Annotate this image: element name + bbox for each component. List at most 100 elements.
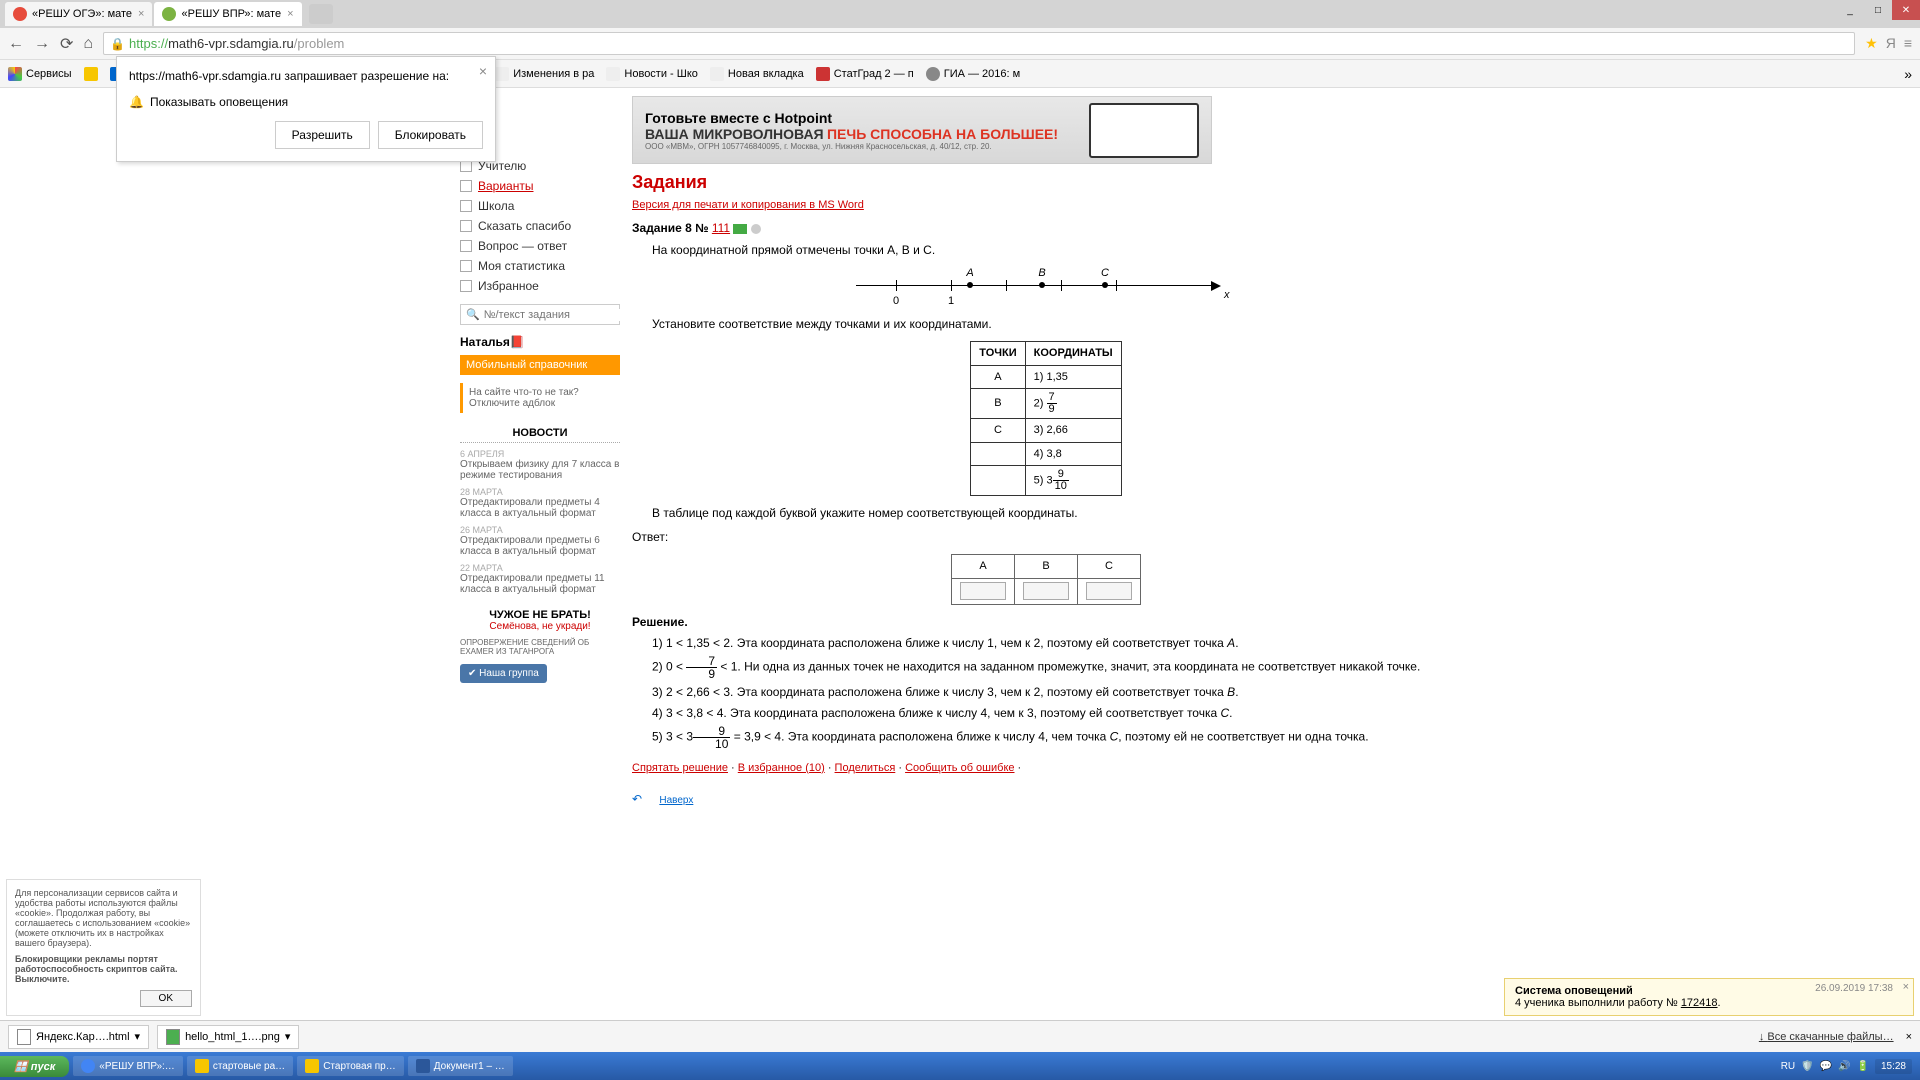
sidebar-link-thanks[interactable]: Сказать спасибо [460, 216, 620, 236]
sidebar-link-fav[interactable]: Избранное [460, 276, 620, 296]
block-button[interactable]: Блокировать [378, 121, 483, 149]
tray-icon[interactable]: 🔋 [1857, 1061, 1869, 1072]
task-number-link[interactable]: 111 [712, 221, 730, 235]
task-paragraph: В таблице под каждой буквой укажите номе… [632, 504, 1460, 522]
tray-icon[interactable]: 💬 [1820, 1061, 1832, 1072]
sidebar-link-school[interactable]: Школа [460, 196, 620, 216]
mobile-reference-button[interactable]: Мобильный справочник [460, 355, 620, 375]
letter-icon[interactable]: Я [1886, 35, 1896, 52]
tray-lang[interactable]: RU [1781, 1061, 1795, 1072]
user-name[interactable]: Наталья 📕 [460, 335, 620, 349]
minimize-button[interactable]: _ [1836, 0, 1864, 20]
news-text: Отредактировали предметы 4 класса в акту… [460, 497, 620, 519]
search-input[interactable] [484, 309, 626, 321]
book-icon: 📕 [510, 335, 525, 349]
download-item[interactable]: hello_html_1….png ▾ [157, 1025, 299, 1049]
tab-close-icon[interactable]: × [287, 8, 293, 20]
print-link[interactable]: Версия для печати и копирования в MS Wor… [632, 199, 1460, 211]
report-error-link[interactable]: Сообщить об ошибке [905, 762, 1014, 774]
sidebar-link-variants[interactable]: Варианты [460, 176, 620, 196]
task-header: Задание 8 № 111 [632, 221, 1460, 235]
taskbar-item[interactable]: «РЕШУ ВПР»:… [73, 1056, 183, 1076]
sidebar-search[interactable]: 🔍 [460, 304, 620, 325]
status-circle-icon[interactable] [751, 224, 761, 234]
tab-favicon [13, 7, 27, 21]
favorites-link[interactable]: В избранное (10) [738, 762, 825, 774]
bookmarks-overflow[interactable]: » [1904, 66, 1912, 82]
reload-button[interactable]: ⟳ [60, 34, 73, 54]
news-item[interactable]: 22 МАРТАОтредактировали предметы 11 клас… [460, 563, 620, 595]
ad-banner[interactable]: Готовьте вместе с Hotpoint ВАША МИКРОВОЛ… [632, 96, 1212, 164]
bookmark-services[interactable]: Сервисы [8, 67, 72, 81]
browser-tab-active[interactable]: «РЕШУ ВПР»: мате × [154, 2, 301, 26]
bookmark-label: ГИА — 2016: м [944, 68, 1020, 80]
news-item[interactable]: 6 АПРЕЛЯОткрываем физику для 7 класса в … [460, 449, 620, 481]
allow-button[interactable]: Разрешить [275, 121, 370, 149]
sidebar-link-stats[interactable]: Моя статистика [460, 256, 620, 276]
tray-clock[interactable]: 15:28 [1875, 1059, 1912, 1074]
checkbox-icon [460, 280, 472, 292]
bookmark-item[interactable]: СтатГрад 2 — п [816, 67, 914, 81]
bookmark-item[interactable]: Изменения в ра [495, 67, 594, 81]
news-date: 22 МАРТА [460, 563, 620, 573]
checkbox-icon [460, 200, 472, 212]
bookmark-item[interactable]: Новая вкладка [710, 67, 804, 81]
taskbar-item[interactable]: стартовые ра… [187, 1056, 293, 1076]
page-icon [495, 67, 509, 81]
vk-group-button[interactable]: ✔ Наша группа [460, 664, 547, 683]
table-cell: B [971, 389, 1025, 419]
user-label: Наталья [460, 335, 510, 349]
task-paragraph: На координатной прямой отмечены точки A,… [632, 241, 1460, 259]
nav-right: ★ Я ≡ [1865, 35, 1912, 52]
news-item[interactable]: 26 МАРТАОтредактировали предметы 6 класс… [460, 525, 620, 557]
close-button[interactable]: ✕ [1892, 0, 1920, 20]
menu-icon[interactable]: ≡ [1904, 35, 1912, 52]
back-button[interactable]: ← [8, 35, 24, 53]
show-all-downloads-link[interactable]: ↓ Все скачанные файлы… [1759, 1031, 1894, 1043]
sidebar: Учителю Варианты Школа Сказать спасибо В… [460, 96, 620, 814]
bookmark-star-icon[interactable]: ★ [1865, 35, 1878, 52]
toast-close-icon[interactable]: × [1903, 981, 1909, 993]
adblock-notice: На сайте что-то не так? Отключите адблок [460, 383, 620, 413]
apps-icon [8, 67, 22, 81]
dialog-close-icon[interactable]: × [479, 63, 487, 79]
share-link[interactable]: Поделиться [835, 762, 896, 774]
answer-input-c[interactable] [1086, 582, 1132, 600]
download-bar-close-icon[interactable]: × [1906, 1031, 1912, 1043]
cookie-ok-button[interactable]: OK [140, 990, 192, 1007]
up-arrow-icon[interactable]: ↶ [632, 790, 656, 814]
scroll-top-link[interactable]: Наверх [659, 795, 693, 806]
folder-icon[interactable] [733, 224, 747, 234]
forward-button[interactable]: → [34, 35, 50, 53]
ad-subtitle-accent: ПЕЧЬ СПОСОБНА НА БОЛЬШЕЕ! [827, 126, 1058, 142]
bookmark-item[interactable] [84, 67, 98, 81]
home-button[interactable]: ⌂ [83, 35, 93, 53]
hide-solution-link[interactable]: Спрятать решение [632, 762, 728, 774]
table-cell: B [1015, 555, 1078, 579]
tab-favicon [162, 7, 176, 21]
tray-icon[interactable]: 🛡️ [1801, 1061, 1813, 1072]
file-icon [166, 1029, 180, 1045]
tray-icon[interactable]: 🔊 [1838, 1061, 1850, 1072]
start-button[interactable]: 🪟 пуск [0, 1056, 69, 1077]
other-subtitle[interactable]: Семёнова, не укради! [460, 621, 620, 632]
download-item[interactable]: Яндекс.Кар….html ▾ [8, 1025, 149, 1049]
toast-work-link[interactable]: 172418 [1681, 997, 1718, 1009]
answer-input-b[interactable] [1023, 582, 1069, 600]
maximize-button[interactable]: □ [1864, 0, 1892, 20]
sidebar-link-qa[interactable]: Вопрос — ответ [460, 236, 620, 256]
browser-tab[interactable]: «РЕШУ ОГЭ»: мате × [5, 2, 152, 26]
answer-input-a[interactable] [960, 582, 1006, 600]
new-tab-button[interactable] [309, 4, 333, 24]
taskbar-item[interactable]: Документ1 – … [408, 1056, 513, 1076]
url-bar[interactable]: 🔒 https://math6-vpr.sdamgia.ru/problem [103, 32, 1855, 55]
news-item[interactable]: 28 МАРТАОтредактировали предметы 4 класс… [460, 487, 620, 519]
word-icon [416, 1059, 430, 1073]
url-protocol: https:// [129, 36, 168, 51]
taskbar-item[interactable]: Стартовая пр… [297, 1056, 404, 1076]
bookmark-item[interactable]: ГИА — 2016: м [926, 67, 1020, 81]
url-path: /problem [294, 36, 345, 51]
bookmark-item[interactable]: Новости - Шко [606, 67, 698, 81]
sidebar-label: Моя статистика [478, 259, 565, 273]
tab-close-icon[interactable]: × [138, 8, 144, 20]
